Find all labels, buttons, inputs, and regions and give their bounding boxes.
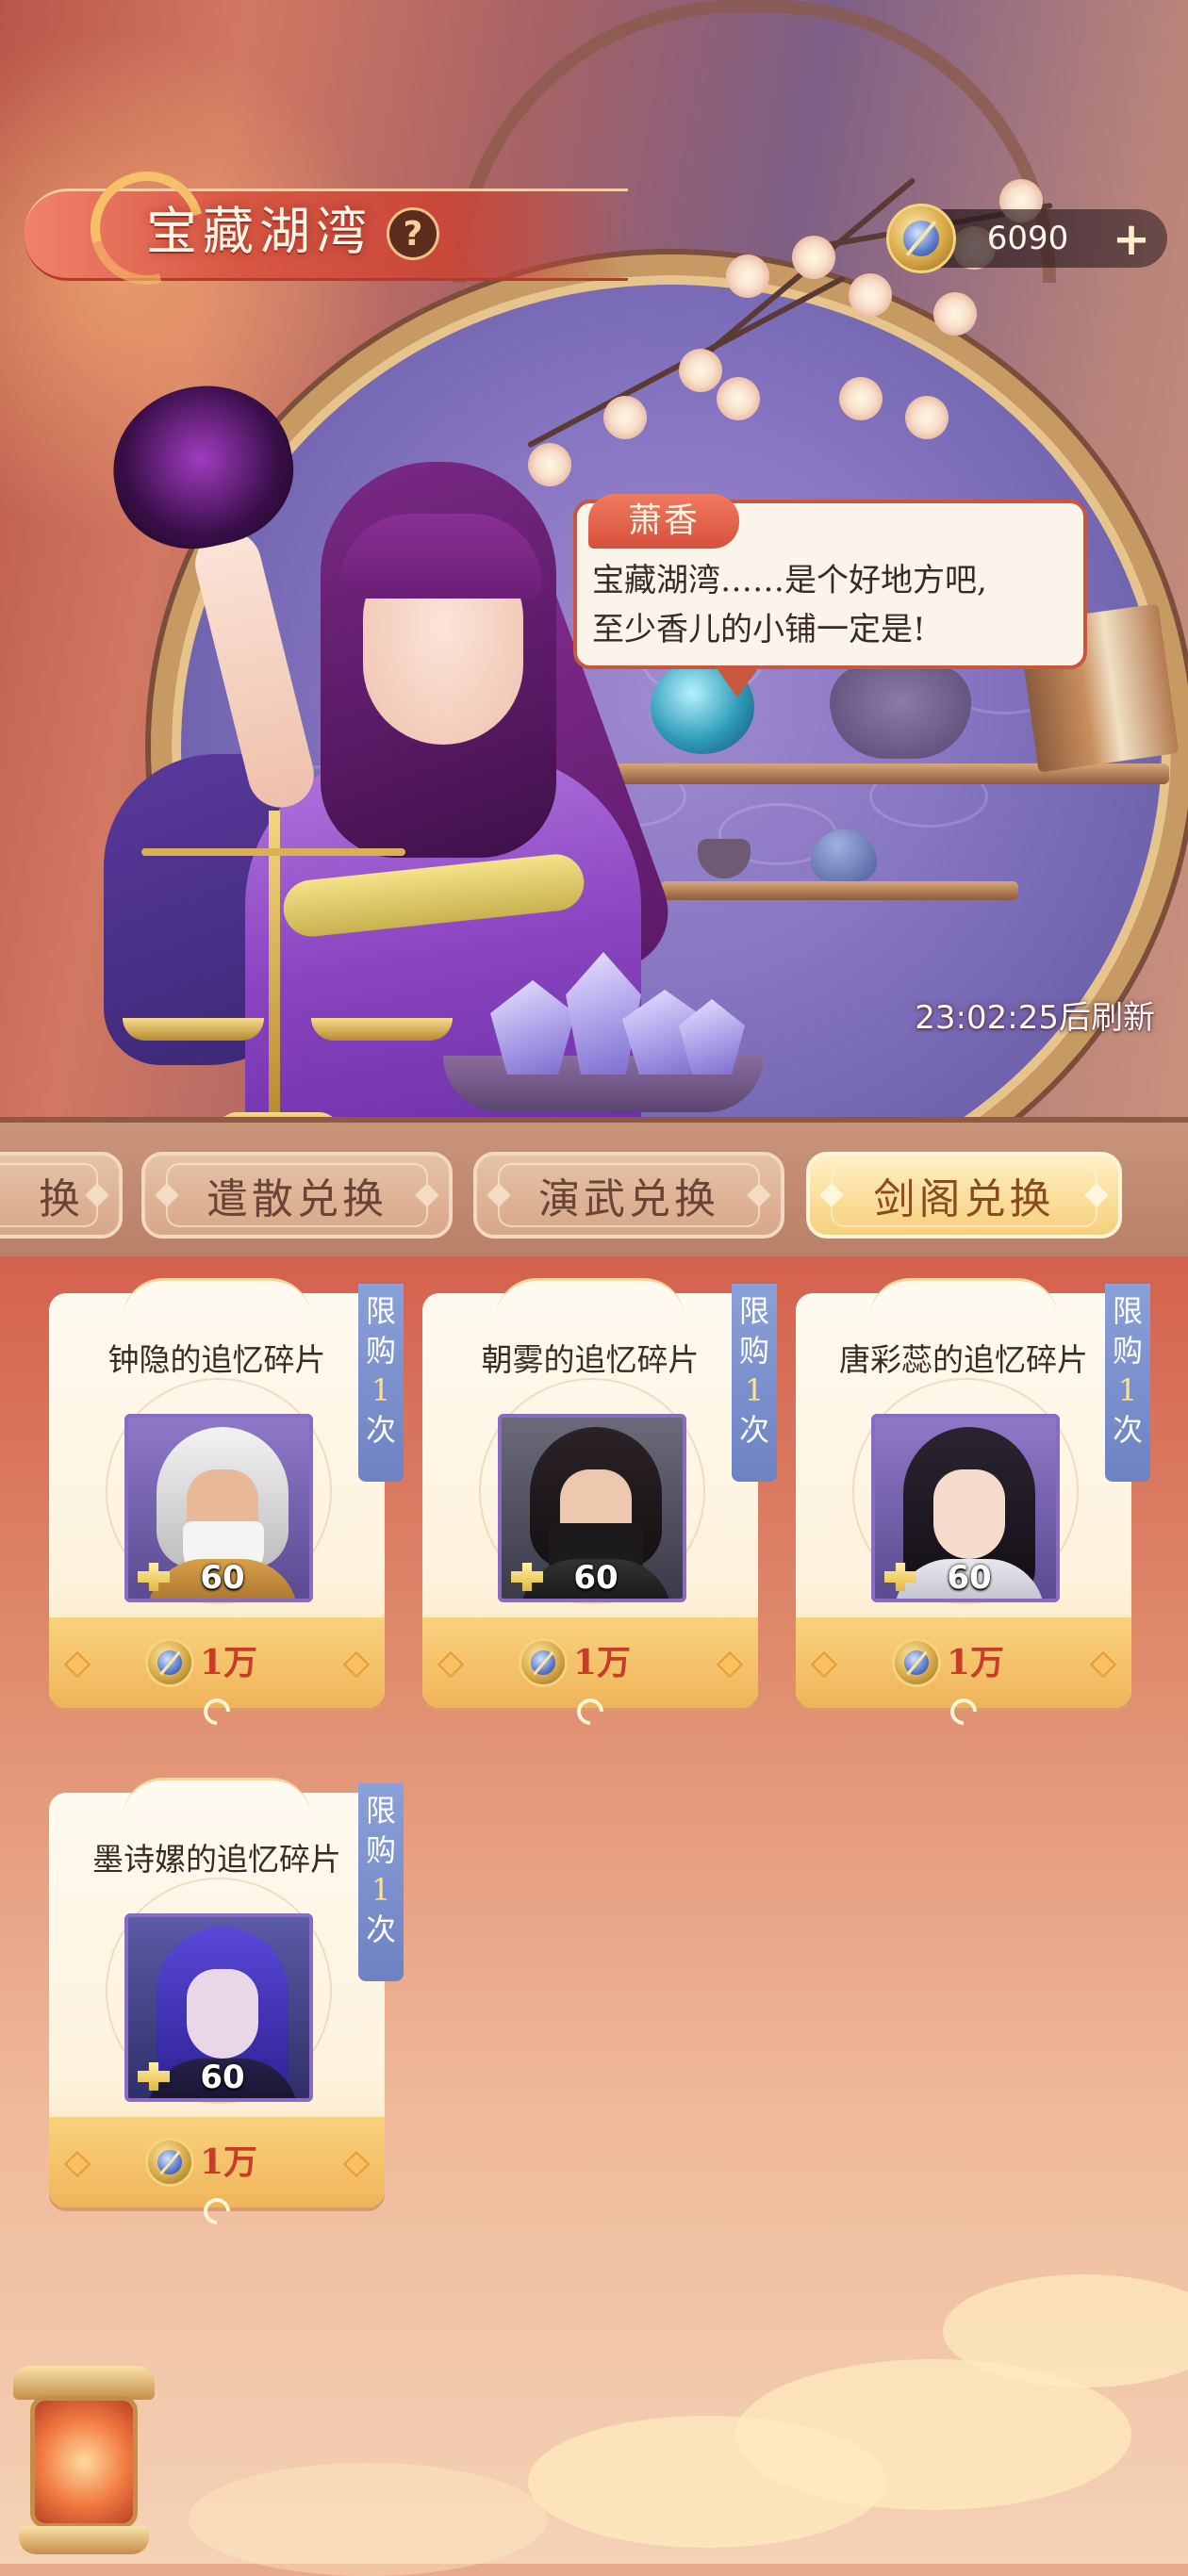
lantern-icon[interactable] bbox=[13, 2366, 155, 2554]
tab-dismissal-exchange[interactable]: 遣散兑换 bbox=[141, 1152, 453, 1239]
purchase-limit-badge: 限购1次 bbox=[358, 1783, 404, 1981]
shop-scene: 宝藏湖湾 ? 6090 + 萧香 宝藏湖湾……是个好地方吧, 至少香儿的小铺一定… bbox=[0, 0, 1188, 1117]
character-portrait: 60 bbox=[124, 1913, 313, 2102]
blossom bbox=[679, 349, 722, 392]
price-band: 1万 bbox=[796, 1617, 1131, 1708]
incense-burner bbox=[830, 665, 971, 759]
item-name: 朝雾的追忆碎片 bbox=[481, 1341, 700, 1378]
sword-coin-icon bbox=[519, 1638, 568, 1687]
item-price: 1万 bbox=[947, 1643, 1005, 1682]
blossom bbox=[933, 292, 977, 336]
tab-label: 演武兑换 bbox=[538, 1175, 719, 1223]
item-quantity: 60 bbox=[947, 1559, 992, 1597]
item-name: 唐彩蕊的追忆碎片 bbox=[839, 1341, 1088, 1378]
currency-amount: 6090 bbox=[986, 220, 1069, 257]
character-portrait: 60 bbox=[124, 1414, 313, 1602]
refresh-timer: 23:02:25后刷新 bbox=[915, 999, 1155, 1037]
help-button[interactable]: ? bbox=[387, 207, 439, 260]
purchase-limit-badge: 限购1次 bbox=[1105, 1284, 1150, 1482]
shop-item-card[interactable]: 钟隐的追忆碎片 限购1次 60 1万 bbox=[49, 1278, 404, 1731]
blossom bbox=[849, 273, 892, 317]
page-title: 宝藏湖湾 bbox=[146, 202, 372, 261]
blossom bbox=[839, 377, 883, 420]
add-currency-button[interactable]: + bbox=[1105, 213, 1158, 266]
item-price: 1万 bbox=[200, 1643, 258, 1682]
shop-item-card[interactable]: 墨诗嫘的追忆碎片 限购1次 60 1万 bbox=[49, 1778, 404, 2230]
purchase-limit-badge: 限购1次 bbox=[358, 1284, 404, 1482]
sword-coin-icon bbox=[145, 1638, 194, 1687]
question-icon: ? bbox=[403, 214, 423, 254]
speaker-name: 萧香 bbox=[588, 494, 739, 549]
item-quantity: 60 bbox=[200, 2059, 245, 2096]
item-quantity: 60 bbox=[573, 1559, 619, 1597]
tab-partial[interactable]: 换 bbox=[0, 1152, 123, 1239]
item-name: 墨诗嫘的追忆碎片 bbox=[92, 1841, 341, 1878]
shop-item-card[interactable]: 唐彩蕊的追忆碎片 限购1次 60 1万 bbox=[796, 1278, 1150, 1731]
tab-label: 遣散兑换 bbox=[206, 1175, 388, 1223]
price-band: 1万 bbox=[49, 1617, 385, 1708]
sword-coin-icon bbox=[892, 1638, 941, 1687]
scale-beam bbox=[141, 848, 405, 856]
blossom bbox=[792, 236, 835, 279]
dialogue-text: 宝藏湖湾……是个好地方吧, 至少香儿的小铺一定是! bbox=[592, 562, 987, 648]
character-portrait: 60 bbox=[498, 1414, 686, 1602]
purchase-limit-badge: 限购1次 bbox=[732, 1284, 777, 1482]
tab-sword-pavilion-exchange[interactable]: 剑阁兑换 bbox=[806, 1152, 1122, 1239]
shelf bbox=[660, 881, 1018, 900]
scale bbox=[269, 811, 280, 1117]
price-band: 1万 bbox=[422, 1617, 758, 1708]
scale-pan bbox=[311, 1018, 453, 1041]
tab-label: 剑阁兑换 bbox=[873, 1175, 1055, 1223]
sword-coin-icon bbox=[886, 204, 956, 273]
item-price: 1万 bbox=[573, 1643, 632, 1682]
shop-item-card[interactable]: 朝雾的追忆碎片 限购1次 60 1万 bbox=[422, 1278, 777, 1731]
scale-pan bbox=[123, 1018, 264, 1041]
sword-coin-icon bbox=[145, 2138, 194, 2187]
tab-martial-exchange[interactable]: 演武兑换 bbox=[473, 1152, 784, 1239]
character-portrait: 60 bbox=[871, 1414, 1060, 1602]
shelf bbox=[603, 763, 1169, 784]
blossom bbox=[717, 377, 760, 420]
price-band: 1万 bbox=[49, 2117, 385, 2207]
character-bangs bbox=[339, 514, 542, 599]
blossom bbox=[905, 396, 949, 439]
tab-label: 换 bbox=[39, 1175, 84, 1223]
blossom bbox=[528, 443, 571, 486]
blossom bbox=[603, 396, 647, 439]
item-name: 钟隐的追忆碎片 bbox=[107, 1341, 326, 1378]
item-quantity: 60 bbox=[200, 1559, 245, 1597]
blossom bbox=[726, 254, 769, 298]
item-price: 1万 bbox=[200, 2142, 258, 2182]
